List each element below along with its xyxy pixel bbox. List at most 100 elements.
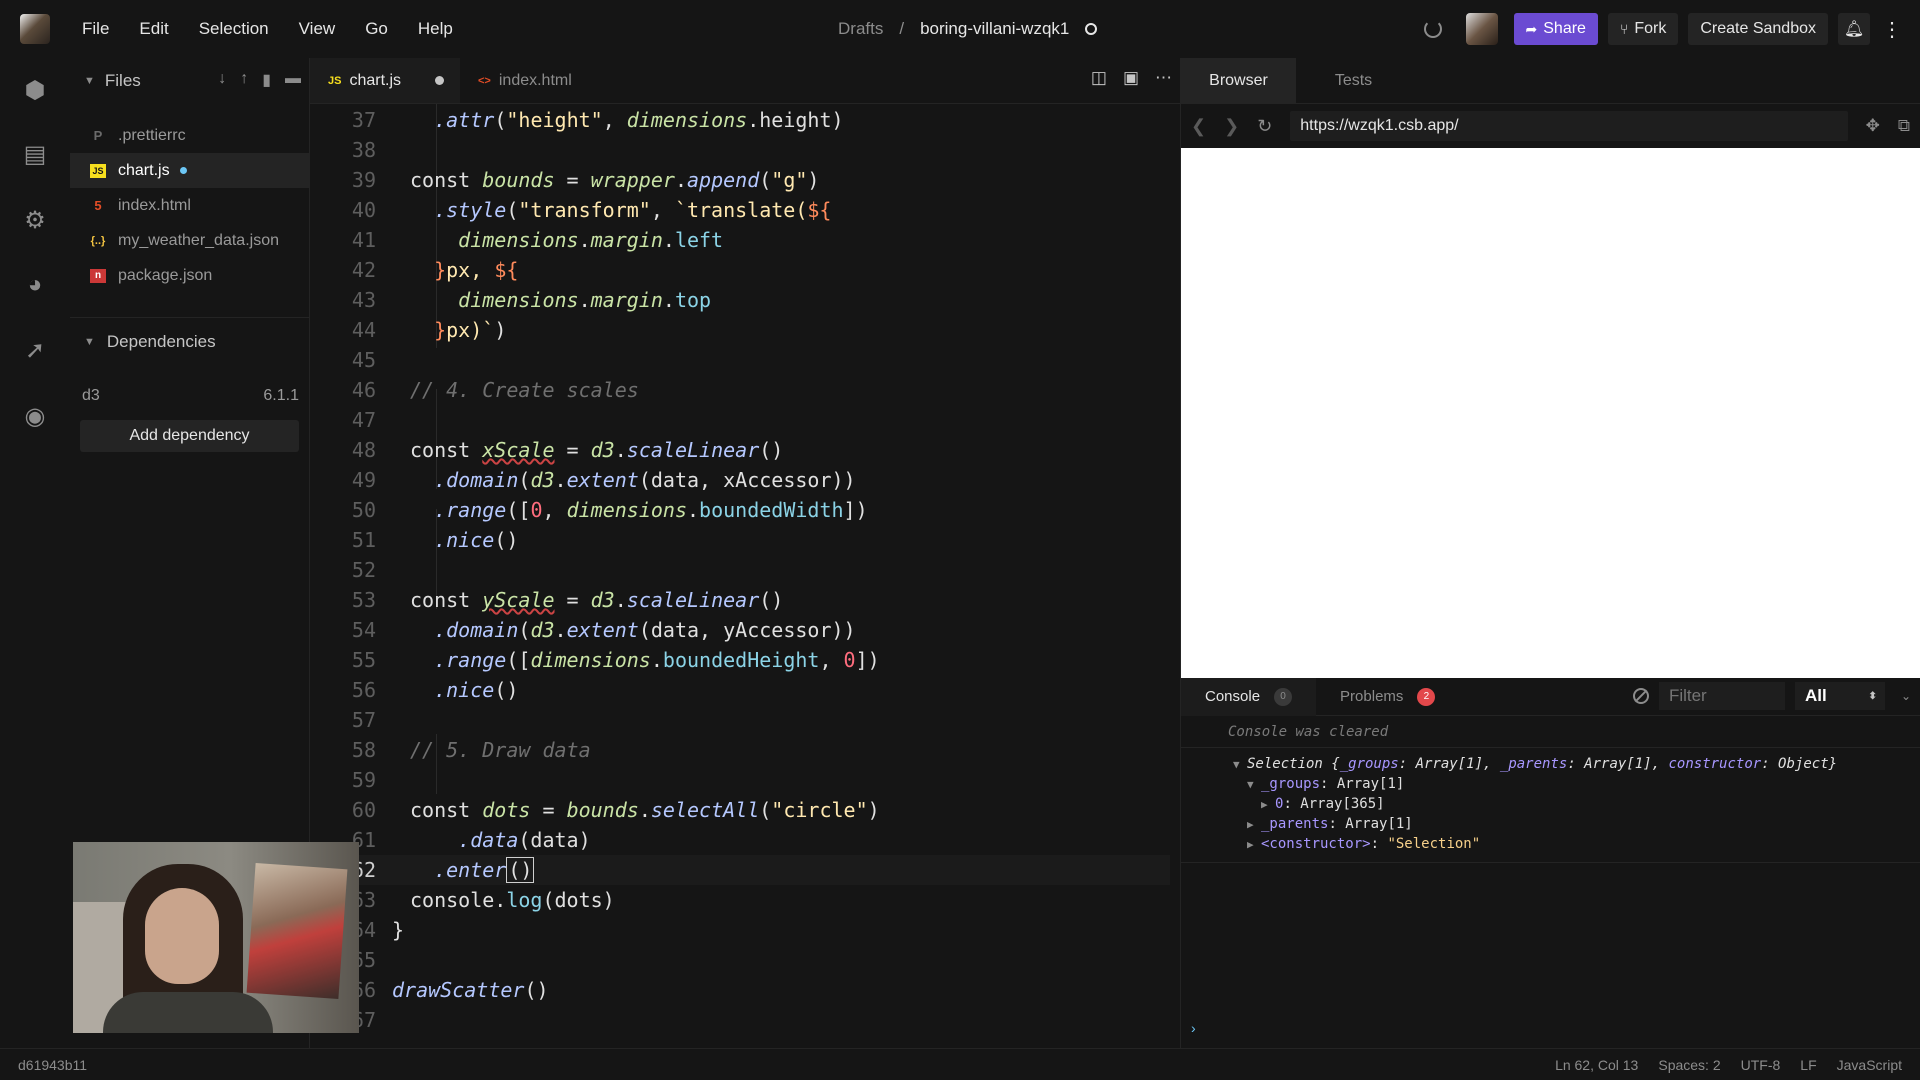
unsaved-dot[interactable] <box>435 76 444 85</box>
code-line: 45 <box>351 348 376 372</box>
codesandbox-logo[interactable] <box>20 14 50 44</box>
expanded-arrow-icon: ▼ <box>1247 778 1254 791</box>
more-horizontal-icon[interactable]: ⋯ <box>1155 68 1172 88</box>
tab-browser[interactable]: Browser <box>1181 58 1296 103</box>
upload-icon[interactable]: ↑ <box>240 70 248 90</box>
menu-selection[interactable]: Selection <box>199 19 269 39</box>
tab-index-html[interactable]: <> index.html <box>460 58 588 103</box>
rocket-icon[interactable]: ➚ <box>22 338 48 364</box>
tab-console[interactable]: Console 0 <box>1181 677 1317 716</box>
chevron-down-icon[interactable]: ⌄ <box>1901 689 1911 703</box>
file-icon[interactable]: ▤ <box>22 142 48 168</box>
fork-label: Fork <box>1634 20 1667 37</box>
fork-button[interactable]: ⑂ Fork <box>1607 13 1679 45</box>
download-icon[interactable]: ↓ <box>218 70 226 90</box>
dependencies-header[interactable]: ▼ Dependencies <box>70 318 309 366</box>
forward-icon[interactable]: ❯ <box>1224 116 1239 137</box>
more-vertical-icon[interactable]: ⋮ <box>1880 13 1904 45</box>
line-ending[interactable]: LF <box>1800 1057 1816 1073</box>
language-mode[interactable]: JavaScript <box>1837 1057 1902 1073</box>
collapsed-arrow-icon: ▶ <box>1261 798 1268 811</box>
add-dependency-button[interactable]: Add dependency <box>80 420 299 452</box>
menu-help[interactable]: Help <box>418 19 453 39</box>
menu-view[interactable]: View <box>299 19 336 39</box>
commit-hash: d61943b11 <box>18 1056 88 1073</box>
code-line: 47 <box>351 408 376 432</box>
log-root[interactable]: ▼ Selection {_groups: Array[1], _parents:… <box>1181 754 1920 774</box>
reload-icon[interactable]: ↻ <box>1257 116 1272 137</box>
file-weather-json[interactable]: {..} my_weather_data.json <box>70 223 309 258</box>
bell-icon[interactable]: 🔔︎ <box>1838 13 1870 45</box>
new-file-icon[interactable]: ▮ <box>262 70 271 90</box>
console-filter-input[interactable] <box>1658 682 1785 710</box>
open-new-window-icon[interactable]: ⧉ <box>1898 116 1910 136</box>
back-icon[interactable]: ❮ <box>1191 116 1206 137</box>
console-log-entry[interactable]: ▼ Selection {_groups: Array[1], _parents:… <box>1181 748 1920 863</box>
log-parents[interactable]: ▶ _parents: Array[1] <box>1181 814 1920 834</box>
file-package-json[interactable]: n package.json <box>70 258 309 293</box>
devtools-icon[interactable]: ✥ <box>1866 116 1880 136</box>
code-area[interactable]: 37 .attr("height", dimensions.height) 38… <box>310 104 1180 1048</box>
split-editor-icon[interactable]: ◫ <box>1091 68 1107 88</box>
code-line: 41 dimensions.margin.left <box>351 228 724 252</box>
menu-edit[interactable]: Edit <box>139 19 168 39</box>
console-prompt-icon[interactable]: › <box>1191 1020 1196 1036</box>
file-label: .prettierrc <box>118 126 186 144</box>
menu-go[interactable]: Go <box>365 19 388 39</box>
code-line: 64} <box>351 918 405 942</box>
code-line: 63 console.log(dots) <box>351 888 615 912</box>
console-panel: Console 0 Problems 2 All ⬍ ⌄ Console was… <box>1181 677 1920 1048</box>
console-count-badge: 0 <box>1274 687 1293 706</box>
cursor-position[interactable]: Ln 62, Col 13 <box>1555 1057 1638 1073</box>
indentation[interactable]: Spaces: 2 <box>1658 1057 1720 1073</box>
log-groups[interactable]: ▼ _groups: Array[1] <box>1181 774 1920 794</box>
menu-file[interactable]: File <box>82 19 109 39</box>
breadcrumb-separator: / <box>899 19 905 38</box>
chevron-down-icon: ▼ <box>84 75 95 87</box>
encoding[interactable]: UTF-8 <box>1741 1057 1781 1073</box>
file-index-html[interactable]: 5 index.html <box>70 188 309 223</box>
breadcrumb-drafts[interactable]: Drafts <box>838 19 883 39</box>
code-editor: JS chart.js <> index.html ◫ ▣ ⋯ 37 .attr… <box>310 58 1180 1048</box>
code-line: 53 const yScale = d3.scaleLinear() <box>351 588 784 612</box>
collapsed-arrow-icon: ▶ <box>1247 818 1254 831</box>
file-label: index.html <box>118 196 191 214</box>
status-right: Ln 62, Col 13 Spaces: 2 UTF-8 LF JavaScr… <box>1555 1057 1902 1073</box>
tab-chart-js[interactable]: JS chart.js <box>310 58 460 103</box>
share-button[interactable]: ➦ Share <box>1513 13 1598 45</box>
tab-tests[interactable]: Tests <box>1296 58 1411 103</box>
file-label: my_weather_data.json <box>118 231 279 249</box>
refresh-icon[interactable] <box>1423 20 1442 38</box>
log-constructor[interactable]: ▶ <constructor>: "Selection" <box>1181 834 1920 854</box>
dependency-d3[interactable]: d3 6.1.1 <box>70 378 309 414</box>
code-line: 44 }px)`) <box>351 318 507 342</box>
editor-tabs: JS chart.js <> index.html ◫ ▣ ⋯ <box>310 58 1180 104</box>
file-chart-js[interactable]: JS chart.js <box>70 153 309 188</box>
code-line: 59 <box>351 768 376 792</box>
code-line: 43 dimensions.margin.top <box>351 288 712 312</box>
preview-icon[interactable]: ▣ <box>1123 68 1139 88</box>
log-groups-0[interactable]: ▶ 0: Array[365] <box>1181 794 1920 814</box>
gear-icon[interactable]: ⚙ <box>22 208 48 234</box>
html-icon: 5 <box>94 198 102 213</box>
cube-icon[interactable]: ⬢ <box>22 78 48 104</box>
new-folder-icon[interactable]: ▬ <box>285 70 301 90</box>
code-line: 40 .style("transform", `translate(${ <box>351 198 832 222</box>
log-level-select[interactable]: All ⬍ <box>1794 682 1885 710</box>
github-icon[interactable]: ◕ <box>22 272 48 298</box>
share-label: Share <box>1543 20 1586 37</box>
sandbox-name[interactable]: boring-villani-wzqk1 <box>920 19 1069 39</box>
users-icon[interactable]: ◉ <box>22 404 48 430</box>
tab-label: Console <box>1205 688 1261 705</box>
avatar[interactable] <box>1465 13 1498 45</box>
console-tabs: Console 0 Problems 2 All ⬍ ⌄ <box>1181 677 1920 716</box>
globe-icon[interactable] <box>1085 23 1098 35</box>
tab-label: index.html <box>498 71 572 89</box>
file-prettierrc[interactable]: P .prettierrc <box>70 118 309 153</box>
url-input[interactable]: https://wzqk1.csb.app/ <box>1290 111 1848 141</box>
browser-preview[interactable] <box>1181 148 1920 678</box>
create-sandbox-button[interactable]: Create Sandbox <box>1688 13 1828 45</box>
clear-console-icon[interactable] <box>1632 688 1649 704</box>
chevron-down-icon: ▼ <box>84 336 95 348</box>
tab-problems[interactable]: Problems 2 <box>1316 678 1459 716</box>
